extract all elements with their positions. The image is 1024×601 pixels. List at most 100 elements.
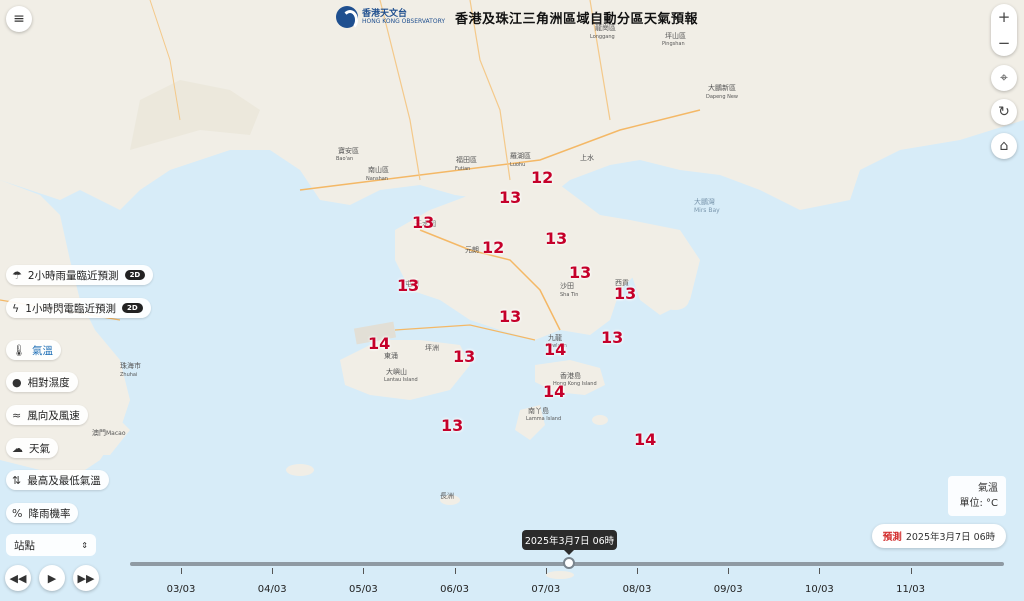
label-nanshan: 南山區	[368, 165, 389, 174]
timeline-tick	[454, 568, 456, 574]
label-futian-en: Futian	[455, 166, 470, 172]
layer-label: 最高及最低氣溫	[27, 474, 101, 487]
layer-humidity[interactable]: ● 相對濕度	[6, 372, 78, 392]
temperature-value-new-territories: 12	[482, 238, 505, 257]
station-select[interactable]: 站點 ⇕	[6, 534, 96, 556]
layer-rain-nowcast[interactable]: ☂ 2小時雨量臨近預測 2D	[6, 265, 154, 285]
timeline-tick	[910, 568, 912, 574]
timeline-tick	[363, 568, 365, 574]
rewind-icon: ◀◀	[9, 571, 27, 585]
layer-label: 降雨機率	[28, 507, 71, 520]
wind-icon: ≈	[12, 408, 22, 422]
timeline-tick-label[interactable]: 07/03	[526, 584, 566, 595]
hko-logo-icon	[336, 6, 358, 30]
zoom-control: + −	[991, 4, 1017, 56]
label-shatin: 沙田	[560, 282, 574, 290]
temperature-value-tuen-mun-north: 13	[412, 213, 435, 232]
temperature-value-sha-tin: 13	[569, 263, 592, 282]
timeline-tick-label[interactable]: 10/03	[799, 584, 839, 595]
legend-title: 氣溫	[978, 483, 998, 494]
label-mirs-en: Mirs Bay	[694, 207, 720, 214]
label-dapeng-en: Dapeng New	[706, 94, 738, 100]
temperature-value-waglan: 14	[634, 430, 657, 449]
hko-logo: 香港天文台 HONG KONG OBSERVATORY	[336, 6, 446, 30]
legend-unit: 單位: °C	[959, 498, 998, 509]
layer-label: 氣溫	[31, 344, 53, 357]
label-lantau-en: Lantau Island	[384, 377, 418, 383]
temperature-value-shenzhen-east: 13	[499, 188, 522, 207]
zoom-in-button[interactable]: +	[998, 8, 1011, 26]
forecast-time-pill: 預測 2025年3月7日 06時	[872, 524, 1006, 548]
layer-wind[interactable]: ≈ 風向及風速	[6, 405, 88, 425]
zoom-out-button[interactable]: −	[998, 34, 1011, 52]
timeline-tick	[728, 568, 730, 574]
toggle-2d-badge[interactable]: 2D	[121, 303, 143, 313]
timeline-tick-label[interactable]: 08/03	[617, 584, 657, 595]
temperature-value-lantau-north: 13	[453, 347, 476, 366]
fast-forward-button[interactable]: ▶▶	[73, 565, 99, 591]
home-icon: ⌂	[999, 138, 1009, 154]
locate-button[interactable]: ⌖	[991, 65, 1017, 91]
rewind-button[interactable]: ◀◀	[5, 565, 31, 591]
layer-rain-probability[interactable]: % 降雨機率	[6, 503, 79, 523]
temperature-value-tsuen-wan: 13	[499, 307, 522, 326]
home-button[interactable]: ⌂	[991, 133, 1017, 159]
label-shatin-en: Sha Tin	[560, 292, 578, 298]
temperature-value-tseung-kwan-o: 13	[601, 328, 624, 347]
menu-button[interactable]: ≡	[6, 6, 32, 32]
timeline-tick	[181, 568, 182, 574]
station-select-value: 站點	[14, 539, 35, 552]
temperature-value-yuen-long: 13	[397, 276, 420, 295]
label-futian: 福田區	[456, 155, 477, 164]
label-lamma-en: Lamma Island	[526, 416, 561, 422]
label-luohu: 羅湖區	[510, 151, 531, 160]
layer-weather[interactable]: ☁ 天氣	[6, 438, 58, 458]
play-button[interactable]: ▶	[39, 565, 65, 591]
logo-en-text: HONG KONG OBSERVATORY	[362, 17, 446, 25]
temperature-value-kowloon: 14	[544, 340, 567, 359]
timeline-tick-label[interactable]: 11/03	[891, 584, 931, 595]
toggle-2d-badge[interactable]: 2D	[124, 270, 146, 280]
label-lamma: 南丫島	[528, 406, 549, 415]
layer-max-min-temp[interactable]: ⇅ 最高及最低氣溫	[6, 470, 109, 490]
hamburger-icon: ≡	[13, 11, 25, 27]
layer-label: 相對濕度	[27, 376, 70, 389]
lightning-icon: ϟ	[12, 301, 20, 315]
fast-forward-icon: ▶▶	[77, 571, 95, 585]
timeline-tick-label[interactable]: 05/03	[343, 584, 383, 595]
label-nanshan-en: Nanshan	[366, 176, 388, 182]
temperature-value-hk-island: 14	[543, 382, 566, 401]
timeline-tick-label[interactable]: 03/03	[161, 584, 201, 595]
layer-lightning-nowcast[interactable]: ϟ 1小時閃電臨近預測 2D	[6, 298, 151, 318]
layer-label: 1小時閃電臨近預測	[25, 302, 116, 315]
weather-icon: ☁	[12, 441, 23, 455]
label-macao: 澳門	[92, 428, 106, 437]
layer-label: 風向及風速	[27, 409, 80, 422]
map-canvas[interactable]: 寶安區 Bao'an 南山區 Nanshan 福田區 Futian 羅湖區 Lu…	[0, 0, 1024, 601]
timeline-tick-label[interactable]: 04/03	[252, 584, 292, 595]
label-macao-en: Macao	[106, 430, 126, 437]
timeline-thumb[interactable]	[563, 557, 575, 569]
label-zhuhai: 珠海市	[120, 361, 141, 370]
timeline-tick	[637, 568, 638, 574]
label-pingshan-en: Pingshan	[662, 41, 685, 47]
rain-cloud-icon: ☂	[12, 268, 22, 282]
label-lantau: 大嶼山	[386, 367, 407, 376]
layer-label: 2小時雨量臨近預測	[27, 269, 119, 282]
select-arrows-icon: ⇕	[81, 540, 88, 550]
timeline-tick-label[interactable]: 06/03	[435, 584, 475, 595]
thermometer-icon: 🌡︎	[12, 343, 26, 357]
temperature-value-north: 12	[531, 168, 554, 187]
percent-icon: %	[12, 506, 23, 520]
label-hkisland: 香港島	[560, 371, 581, 380]
temperature-value-lantau-south: 13	[441, 416, 464, 435]
layer-temperature[interactable]: 🌡︎ 氣溫	[6, 340, 61, 360]
label-longgang-en: Longgang	[590, 34, 615, 40]
temperature-value-tai-po: 13	[545, 229, 568, 248]
max-min-thermometer-icon: ⇅	[12, 473, 22, 487]
refresh-button[interactable]: ↻	[991, 99, 1017, 125]
crosshair-icon: ⌖	[1000, 70, 1008, 86]
label-baoan-en: Bao'an	[336, 156, 353, 162]
timeline-tick-label[interactable]: 09/03	[708, 584, 748, 595]
forecast-keyword: 預測	[882, 532, 902, 543]
